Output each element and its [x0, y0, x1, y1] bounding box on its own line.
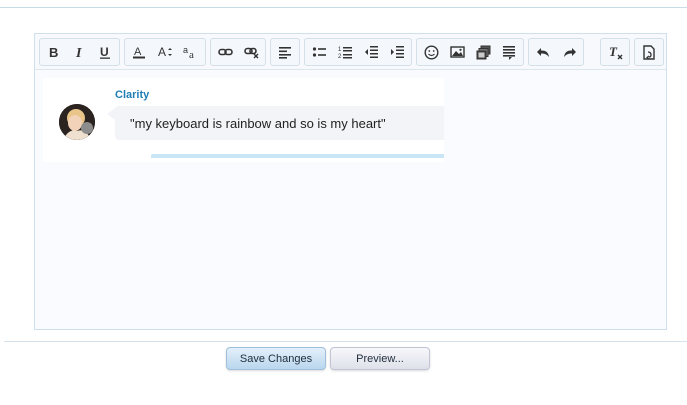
save-changes-button[interactable]: Save Changes [226, 347, 326, 370]
quote-text: "my keyboard is rainbow and so is my hea… [130, 115, 386, 131]
toolbar-group-history [528, 38, 584, 66]
underline-button[interactable]: U [92, 40, 118, 64]
toolbar-group-lists: 12 [304, 38, 412, 66]
bubble-tail [107, 108, 115, 120]
quoted-message: Clarity "my keyboard is rainbow and so i… [43, 78, 444, 162]
unlink-button[interactable] [238, 40, 264, 64]
svg-text:a: a [183, 45, 188, 55]
font-size-icon: A [158, 45, 172, 59]
numbered-list-icon: 12 [338, 47, 352, 59]
indent-button[interactable] [384, 40, 410, 64]
svg-text:I: I [75, 46, 82, 59]
redo-icon [563, 48, 576, 57]
next-quote-strip [151, 154, 444, 158]
quote-author-link[interactable]: Clarity [115, 89, 149, 101]
toolbar-group-align [270, 38, 300, 66]
svg-text:2: 2 [338, 54, 342, 59]
undo-button[interactable] [530, 40, 556, 64]
image-icon [449, 46, 465, 58]
outdent-icon [365, 46, 378, 58]
editor-toolbar: B I U A A aa 1 2 T [35, 34, 666, 70]
numbered-list-button[interactable]: 12 [332, 40, 358, 64]
toggle-source-button[interactable] [636, 40, 662, 64]
font-size-button[interactable]: A [152, 40, 178, 64]
toolbar-group-links [210, 38, 266, 66]
avatar [59, 104, 95, 140]
toolbar-group-insert [416, 38, 524, 66]
underline-icon: U [100, 45, 111, 59]
italic-button[interactable]: I [67, 40, 93, 64]
bold-button[interactable]: B [41, 40, 67, 64]
top-divider [0, 7, 687, 8]
align-left-button[interactable] [272, 40, 298, 64]
bold-icon: B [49, 45, 58, 59]
redo-button[interactable] [556, 40, 582, 64]
outdent-button[interactable] [358, 40, 384, 64]
remove-format-icon: T [609, 45, 622, 59]
edit-post-page: B I U A A aa 1 2 T Clarity "my keyboard … [0, 0, 687, 405]
svg-text:T: T [609, 45, 618, 59]
quote-bubble: "my keyboard is rainbow and so is my hea… [115, 106, 444, 140]
media-button[interactable] [470, 40, 496, 64]
preview-button[interactable]: Preview... [330, 347, 430, 370]
smiley-icon [423, 44, 439, 60]
unlink-icon [243, 47, 258, 59]
svg-text:a: a [189, 49, 194, 59]
indent-icon [391, 46, 404, 58]
text-color-icon: A [133, 46, 145, 59]
svg-text:B: B [49, 45, 58, 59]
svg-text:U: U [100, 45, 109, 59]
toolbar-group-source [634, 38, 664, 66]
media-icon [476, 45, 490, 59]
editor-content[interactable]: Clarity "my keyboard is rainbow and so i… [35, 71, 666, 329]
font-family-icon: aa [183, 45, 194, 59]
toolbar-group-font: A A aa [124, 38, 206, 66]
link-button[interactable] [212, 40, 238, 64]
italic-icon: I [75, 46, 82, 59]
svg-text:1: 1 [338, 47, 342, 53]
toggle-source-icon [643, 44, 655, 60]
quote-icon [503, 45, 515, 60]
link-icon [217, 48, 233, 56]
rich-text-editor[interactable]: B I U A A aa 1 2 T Clarity "my keyboard … [34, 33, 667, 330]
toolbar-group-format: T [600, 38, 630, 66]
remove-format-button[interactable]: T [602, 40, 628, 64]
svg-text:A: A [134, 46, 142, 58]
svg-text:A: A [158, 45, 166, 59]
image-button[interactable] [444, 40, 470, 64]
avatar-image [59, 104, 95, 140]
smiley-button[interactable] [418, 40, 444, 64]
undo-icon [536, 48, 549, 57]
bullet-list-icon [312, 47, 326, 57]
bullet-list-button[interactable] [306, 40, 332, 64]
bottom-divider [4, 341, 687, 342]
font-family-button[interactable]: aa [178, 40, 204, 64]
quote-button[interactable] [496, 40, 522, 64]
text-color-button[interactable]: A [126, 40, 152, 64]
toolbar-group-text-style: B I U [39, 38, 120, 66]
align-left-icon [279, 47, 291, 59]
